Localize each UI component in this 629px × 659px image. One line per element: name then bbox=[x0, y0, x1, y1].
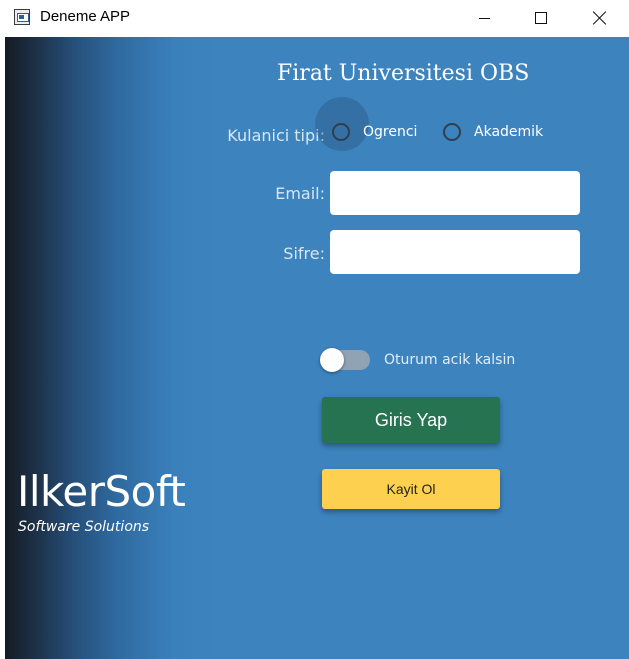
radio-akademik-label: Akademik bbox=[474, 124, 544, 140]
window-title: Deneme APP bbox=[40, 8, 131, 25]
register-button[interactable]: Kayit Ol bbox=[322, 469, 500, 509]
radio-unchecked-icon[interactable] bbox=[332, 123, 350, 141]
radio-ogrenci[interactable]: Ogrenci bbox=[332, 123, 417, 141]
form-title: Firat Universitesi OBS bbox=[277, 61, 530, 86]
password-label: Sifre: bbox=[283, 244, 325, 263]
minimize-icon bbox=[478, 17, 490, 19]
close-button[interactable] bbox=[570, 0, 628, 36]
app-window: Deneme APP Firat Universitesi OBS Kulani… bbox=[0, 0, 629, 659]
brand-name: IlkerSoft bbox=[17, 467, 186, 516]
remember-toggle-thumb[interactable] bbox=[320, 348, 344, 372]
close-icon bbox=[592, 11, 606, 25]
email-field[interactable] bbox=[330, 171, 580, 215]
maximize-button[interactable] bbox=[512, 0, 570, 36]
radio-unchecked-icon[interactable] bbox=[443, 123, 461, 141]
title-bar[interactable]: Deneme APP bbox=[0, 0, 629, 36]
minimize-button[interactable] bbox=[455, 0, 513, 36]
password-field[interactable] bbox=[330, 230, 580, 274]
maximize-icon bbox=[535, 12, 547, 24]
login-button[interactable]: Giris Yap bbox=[322, 397, 500, 443]
brand-tagline: Software Solutions bbox=[18, 519, 150, 535]
app-window-icon bbox=[14, 9, 30, 25]
radio-akademik[interactable]: Akademik bbox=[443, 123, 543, 141]
radio-ogrenci-label: Ogrenci bbox=[363, 124, 418, 140]
login-panel: Firat Universitesi OBS Kulanici tipi: Og… bbox=[5, 37, 629, 659]
user-type-label: Kulanici tipi: bbox=[227, 126, 325, 145]
remember-label: Oturum acik kalsin bbox=[384, 352, 516, 368]
email-label: Email: bbox=[275, 184, 325, 203]
